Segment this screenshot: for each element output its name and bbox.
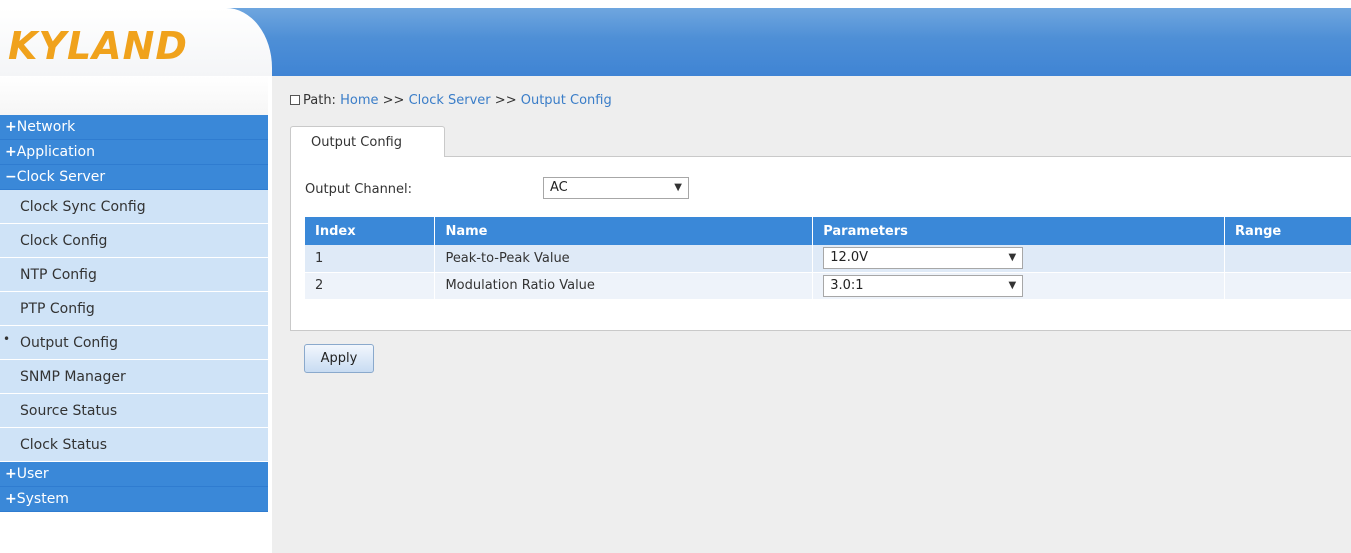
- sidebar-item-label: PTP Config: [20, 301, 95, 317]
- sidebar-item-output-config[interactable]: • Output Config: [0, 326, 268, 360]
- output-channel-label: Output Channel:: [305, 182, 413, 197]
- sidebar-item-source-status[interactable]: Source Status: [0, 394, 268, 428]
- cell-name: Modulation Ratio Value: [434, 272, 814, 300]
- sidebar-item-label: NTP Config: [20, 267, 97, 283]
- sidebar-category-network[interactable]: +Network: [0, 115, 268, 140]
- chevron-down-icon: ▼: [674, 182, 682, 193]
- column-header-index: Index: [305, 217, 436, 245]
- sidebar-category-label: System: [16, 491, 69, 507]
- sidebar-item-ptp-config[interactable]: PTP Config: [0, 292, 268, 326]
- expand-icon: +: [5, 119, 17, 135]
- table-row: 1 Peak-to-Peak Value 12.0V ▼: [305, 245, 1351, 273]
- sidebar-item-clock-sync-config[interactable]: Clock Sync Config: [0, 190, 268, 224]
- sidebar-item-ntp-config[interactable]: NTP Config: [0, 258, 268, 292]
- sidebar-item-clock-config[interactable]: Clock Config: [0, 224, 268, 258]
- modulation-ratio-value: 3.0:1: [830, 277, 864, 293]
- cell-index: 1: [305, 245, 436, 273]
- sidebar-item-snmp-manager[interactable]: SNMP Manager: [0, 360, 268, 394]
- output-channel-value: AC: [550, 180, 568, 195]
- breadcrumb-page[interactable]: Output Config: [521, 93, 612, 108]
- checkbox-icon: [290, 95, 300, 105]
- expand-icon: +: [5, 144, 17, 160]
- config-panel: Output Channel: AC ▼ Index Name Paramete…: [290, 156, 1351, 331]
- peak-to-peak-select[interactable]: 12.0V ▼: [823, 247, 1024, 270]
- main-content: Path: Home >> Clock Server >> Output Con…: [272, 76, 1351, 553]
- cell-parameters: 3.0:1 ▼: [812, 272, 1226, 300]
- sidebar-item-label: Source Status: [20, 403, 118, 419]
- sidebar-item-label: SNMP Manager: [20, 369, 126, 385]
- column-header-name: Name: [434, 217, 814, 245]
- collapse-icon: −: [5, 169, 17, 185]
- sidebar-category-user[interactable]: +User: [0, 462, 268, 487]
- output-table: Index Name Parameters Range 1 Peak-to-Pe…: [305, 217, 1351, 300]
- chevron-down-icon: ▼: [1008, 252, 1017, 264]
- cell-parameters: 12.0V ▼: [812, 245, 1226, 273]
- breadcrumb: Path: Home >> Clock Server >> Output Con…: [290, 93, 612, 108]
- peak-to-peak-value: 12.0V: [830, 250, 869, 266]
- sidebar-item-label: Clock Sync Config: [20, 199, 146, 215]
- cell-range: [1224, 245, 1351, 273]
- sidebar-category-label: User: [16, 466, 49, 482]
- breadcrumb-prefix: Path:: [303, 93, 336, 108]
- breadcrumb-separator: >>: [494, 93, 517, 108]
- sidebar-category-label: Clock Server: [16, 169, 106, 185]
- cell-name: Peak-to-Peak Value: [434, 245, 814, 273]
- sidebar-category-label: Application: [16, 144, 95, 160]
- sidebar-item-clock-status[interactable]: Clock Status: [0, 428, 268, 462]
- sidebar: +Network +Application −Clock Server Cloc…: [0, 76, 268, 553]
- logo-area: KYLAND: [0, 8, 272, 76]
- sidebar-item-label: Clock Config: [20, 233, 108, 249]
- active-bullet-icon: •: [3, 332, 11, 346]
- apply-button[interactable]: Apply: [304, 344, 374, 373]
- sidebar-item-label: Output Config: [20, 335, 118, 351]
- kyland-logo: KYLAND: [8, 24, 188, 68]
- cell-range: [1224, 272, 1351, 300]
- sidebar-category-system[interactable]: +System: [0, 487, 268, 512]
- table-header-row: Index Name Parameters Range: [305, 217, 1351, 245]
- breadcrumb-section[interactable]: Clock Server: [409, 93, 491, 108]
- sidebar-category-application[interactable]: +Application: [0, 140, 268, 165]
- table-row: 2 Modulation Ratio Value 3.0:1 ▼: [305, 272, 1351, 300]
- tab-output-config[interactable]: Output Config: [290, 126, 445, 157]
- column-header-range: Range: [1224, 217, 1351, 245]
- sidebar-item-label: Clock Status: [20, 437, 108, 453]
- sidebar-category-label: Network: [16, 119, 76, 135]
- sidebar-category-clock-server[interactable]: −Clock Server: [0, 165, 268, 190]
- modulation-ratio-select[interactable]: 3.0:1 ▼: [823, 274, 1024, 297]
- column-header-parameters: Parameters: [812, 217, 1226, 245]
- breadcrumb-separator: >>: [382, 93, 405, 108]
- output-channel-select[interactable]: AC ▼: [543, 177, 689, 199]
- expand-icon: +: [5, 466, 17, 482]
- cell-index: 2: [305, 272, 436, 300]
- top-strip: [0, 0, 1351, 8]
- expand-icon: +: [5, 491, 17, 507]
- sidebar-spacer: [0, 76, 268, 115]
- breadcrumb-home[interactable]: Home: [340, 93, 378, 108]
- chevron-down-icon: ▼: [1008, 279, 1017, 291]
